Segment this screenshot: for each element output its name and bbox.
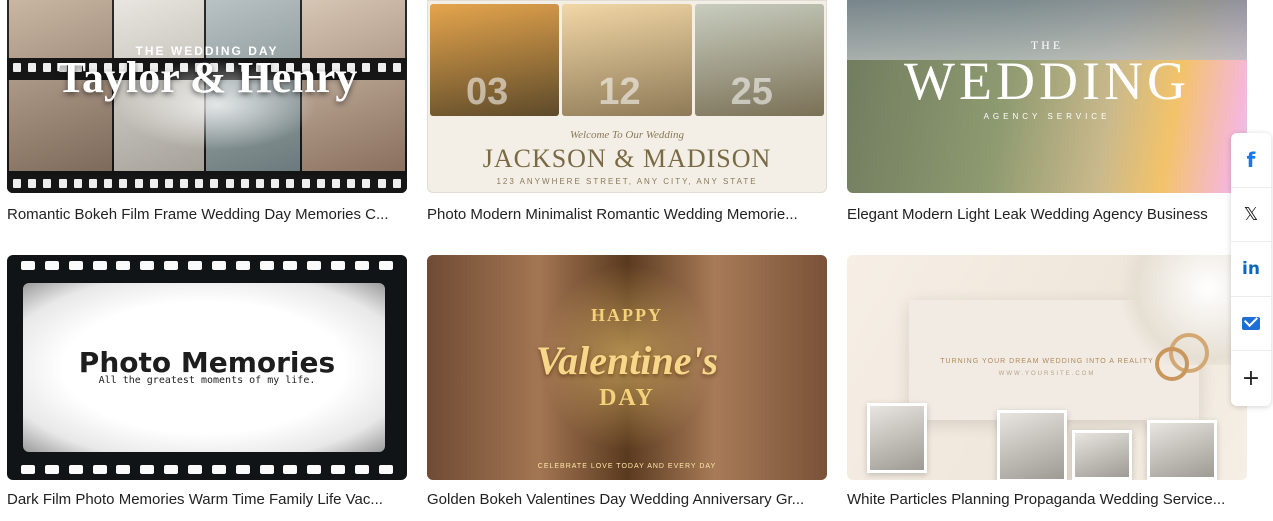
mail-icon — [1242, 317, 1260, 331]
thumb-title: JACKSON & MADISON — [482, 144, 772, 173]
thumb-welcome: Welcome To Our Wedding — [570, 129, 684, 141]
template-title[interactable]: Romantic Bokeh Film Frame Wedding Day Me… — [7, 206, 407, 224]
template-thumbnail[interactable]: THE WEDDING AGENCY SERVICE — [847, 0, 1247, 193]
template-thumbnail[interactable]: Photo Memories All the greatest moments … — [7, 255, 407, 480]
facebook-icon: f — [1246, 147, 1256, 172]
template-title[interactable]: White Particles Planning Propaganda Wedd… — [847, 491, 1247, 509]
photo-print — [867, 403, 927, 473]
template-title[interactable]: Golden Bokeh Valentines Day Wedding Anni… — [427, 491, 827, 509]
share-bar: f 𝕏 in + — [1231, 133, 1271, 406]
template-card[interactable]: Photo Memories All the greatest moments … — [7, 255, 407, 509]
plus-icon: + — [1241, 366, 1261, 392]
thumb-title: Valentine's — [535, 338, 719, 383]
thumb-title: Taylor & Henry — [56, 53, 358, 102]
share-more-button[interactable]: + — [1231, 351, 1271, 406]
template-card[interactable]: THE WEDDING AGENCY SERVICE Elegant Moder… — [847, 0, 1247, 224]
thumb-address: 123 ANYWHERE STREET, ANY CITY, ANY STATE — [496, 177, 758, 186]
template-thumbnail[interactable]: HAPPY Valentine's DAY CELEBRATE LOVE TOD… — [427, 255, 827, 480]
thumb-subtitle: AGENCY SERVICE — [983, 112, 1111, 121]
thumb-subtitle: DAY — [599, 385, 655, 411]
thumb-website: WWW.YOURSITE.COM — [998, 371, 1096, 377]
template-title[interactable]: Elegant Modern Light Leak Wedding Agency… — [847, 206, 1247, 224]
date-number: 12 — [598, 71, 641, 113]
film-holes-bottom — [21, 465, 393, 474]
photo-print — [1072, 430, 1132, 480]
thumb-kicker: HAPPY — [591, 305, 663, 325]
template-card[interactable]: 03 12 25 Welcome To Our Wedding JACKSON … — [427, 0, 827, 224]
share-facebook-button[interactable]: f — [1231, 133, 1271, 188]
thumb-tagline: CELEBRATE LOVE TODAY AND EVERY DAY — [537, 463, 717, 470]
x-icon: 𝕏 — [1243, 203, 1259, 225]
share-linkedin-button[interactable]: in — [1231, 242, 1271, 297]
date-number: 25 — [730, 71, 773, 113]
template-thumbnail[interactable]: 03 12 25 Welcome To Our Wedding JACKSON … — [427, 0, 827, 193]
thumb-tagline: TURNING YOUR DREAM WEDDING INTO A REALIT… — [940, 358, 1154, 365]
template-card[interactable]: HAPPY Valentine's DAY CELEBRATE LOVE TOD… — [427, 255, 827, 509]
date-number: 03 — [466, 71, 509, 113]
photo-frames: 03 12 25 — [430, 4, 824, 116]
linkedin-icon: in — [1242, 258, 1260, 279]
photo-print — [1147, 420, 1217, 480]
film-holes-top — [21, 261, 393, 270]
template-title[interactable]: Photo Modern Minimalist Romantic Wedding… — [427, 206, 827, 224]
thumb-subtitle: All the greatest moments of my life. — [98, 375, 316, 386]
share-email-button[interactable] — [1231, 297, 1271, 352]
template-thumbnail[interactable]: THE WEDDING DAY Taylor & Henry — [7, 0, 407, 193]
thumb-title: WEDDING — [904, 51, 1190, 111]
template-card[interactable]: THE WEDDING DAY Taylor & Henry Romantic … — [7, 0, 407, 224]
template-thumbnail[interactable]: TURNING YOUR DREAM WEDDING INTO A REALIT… — [847, 255, 1247, 480]
template-title[interactable]: Dark Film Photo Memories Warm Time Famil… — [7, 491, 407, 509]
photo-print — [997, 410, 1067, 480]
share-x-button[interactable]: 𝕏 — [1231, 188, 1271, 243]
film-strip — [7, 175, 407, 193]
template-card[interactable]: TURNING YOUR DREAM WEDDING INTO A REALIT… — [847, 255, 1247, 509]
